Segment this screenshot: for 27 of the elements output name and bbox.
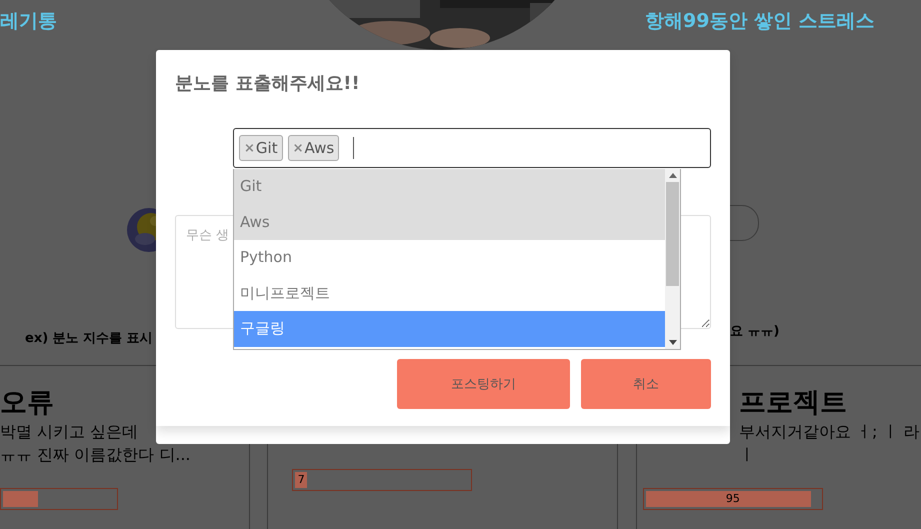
card-text: ㅠㅠ 진짜 이름값한다 디... [0,444,192,466]
card-title: 프로젝트 [738,386,848,420]
tag-chip[interactable]: ×Git [239,135,283,161]
caption-text: ex) 분노 지수를 표시 [25,330,154,347]
dialog-button[interactable]: 취소 [581,359,711,409]
dialog-button[interactable]: 포스팅하기 [397,359,570,409]
modal-title: 분노를 표출해주세요!! [175,72,361,95]
caption-text: 요 ㅠㅠ) [730,323,780,340]
tag-chip[interactable]: ×Aws [288,135,340,161]
scroll-down-icon[interactable] [668,340,676,345]
scrollbar[interactable] [665,169,680,349]
card-text: ㅣ [738,444,756,466]
progress-value: 7 [298,473,306,486]
dropdown-option[interactable]: Python [234,240,665,276]
card-text: 부서지거같아요 ㅓ; ㅣ 라 [738,421,921,443]
dropdown-option[interactable]: Git [234,169,665,204]
page-heading: 레기통 [0,9,57,34]
dropdown-option[interactable]: Aws [234,204,665,240]
progress-value: 95 [724,492,741,505]
card-text: 박멸 시키고 싶은데 [0,421,140,443]
dropdown-option[interactable]: 미니프로젝트 [234,276,665,311]
scroll-up-icon[interactable] [668,173,676,178]
page-heading: 항해99동안 쌓인 스트레스 [645,9,875,34]
card-title: 오류 [0,386,55,420]
tag-input[interactable]: ×Git ×Aws [233,128,711,168]
text-cursor [353,137,354,159]
dropdown-option[interactable]: 구글링 [234,311,665,346]
